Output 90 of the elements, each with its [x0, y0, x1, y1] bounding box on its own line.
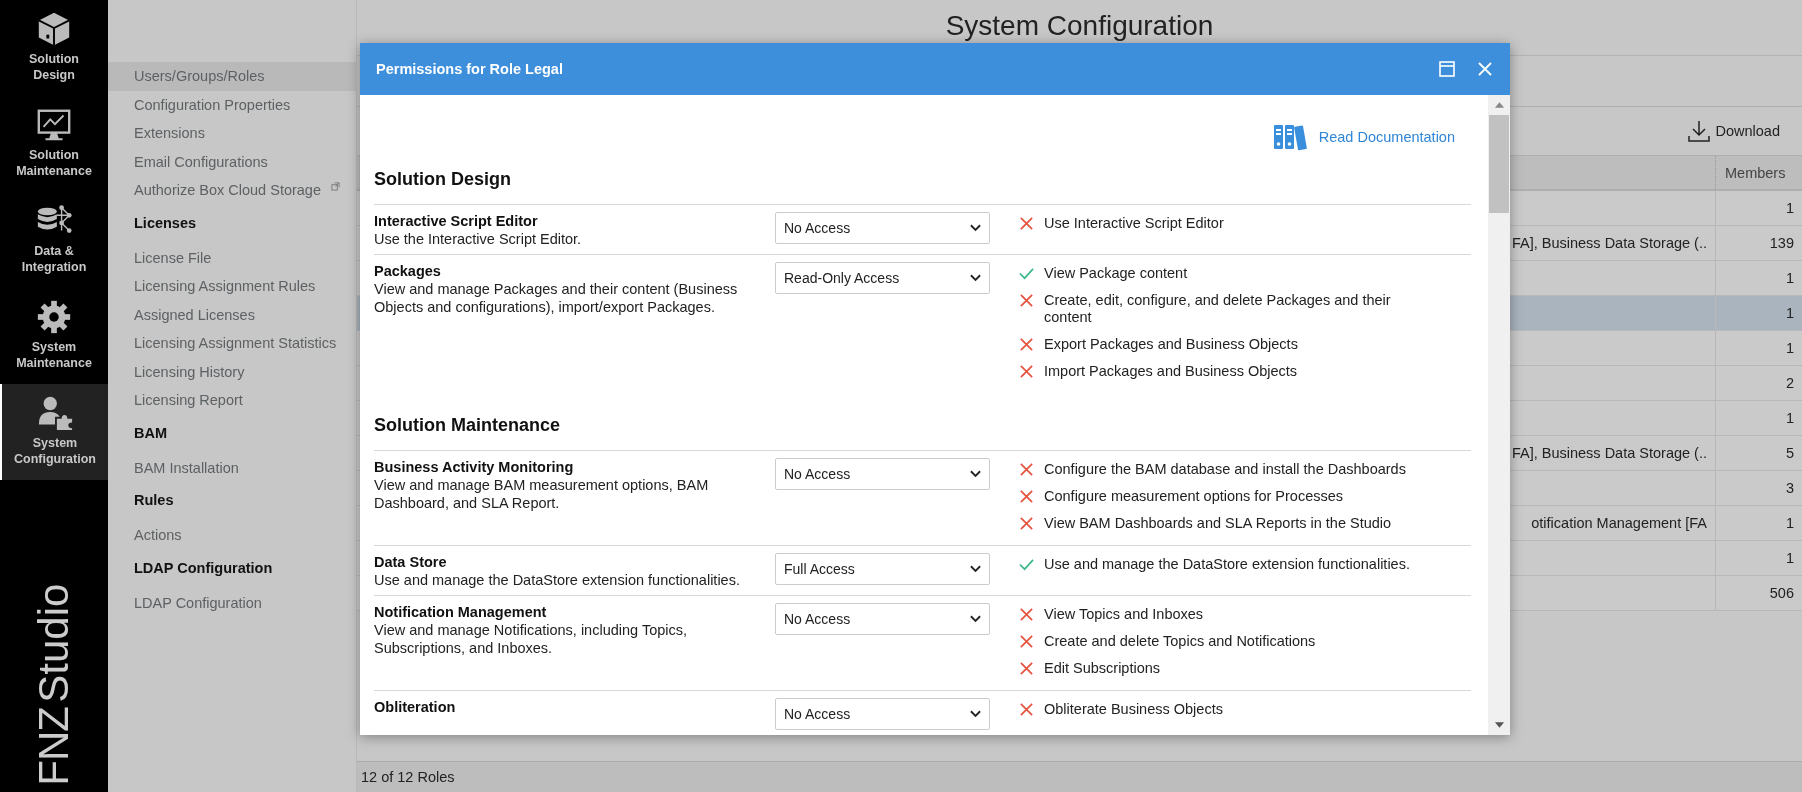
access-dropdown[interactable]: No Access	[775, 212, 990, 244]
scrollbar-thumb[interactable]	[1489, 115, 1509, 213]
chevron-down-icon	[970, 710, 981, 718]
permission-right: Use and manage the DataStore extension functionalities.	[1044, 556, 1410, 573]
permission-description: View and manage Notifications, including Topics, Subscriptions, and Inboxes.	[374, 621, 688, 657]
scroll-down-icon[interactable]	[1493, 721, 1505, 729]
nav-item[interactable]: Assigned Licenses	[108, 300, 356, 329]
nav-item[interactable]: BAM Installation	[108, 453, 356, 482]
table-cell: 139	[1715, 226, 1802, 260]
permission-right: View BAM Dashboards and SLA Reports in the Studio	[1044, 515, 1392, 532]
table-cell: 1	[1715, 296, 1802, 330]
sidebar-item[interactable]: System Configuration	[0, 384, 108, 480]
table-cell: 1	[1715, 191, 1802, 225]
scroll-up-icon[interactable]	[1493, 101, 1505, 109]
download-icon	[1687, 120, 1710, 142]
permission-description: Use and manage the DataStore extension functionalities.	[374, 571, 741, 589]
nav-item[interactable]: Licensing Assignment Statistics	[108, 329, 356, 358]
chevron-down-icon	[970, 615, 981, 623]
table-cell: 2	[1715, 366, 1802, 400]
row-count: 12 of 12 Roles	[361, 769, 455, 785]
permission-right: Create and delete Topics and Notifications	[1044, 633, 1316, 650]
permission-right: Use Interactive Script Editor	[1044, 215, 1224, 232]
nav-item[interactable]: Users/Groups/Roles	[108, 62, 356, 91]
nav-heading: LDAP Configuration	[133, 558, 274, 578]
nav-item[interactable]: Licensing History	[108, 357, 356, 386]
permission-right: View Topics and Inboxes	[1044, 606, 1204, 623]
chevron-down-icon	[970, 565, 981, 573]
table-cell: 3	[1715, 471, 1802, 505]
permission-right: Export Packages and Business Objects	[1044, 336, 1298, 353]
table-cell: 5	[1715, 436, 1802, 470]
download-button[interactable]: Download	[1681, 119, 1786, 143]
permission-name: Business Activity Monitoring	[374, 458, 575, 476]
permission-name: Interactive Script Editor	[374, 212, 539, 230]
gear-icon	[35, 298, 73, 336]
table-cell: 1	[1715, 541, 1802, 575]
chevron-down-icon	[970, 274, 981, 282]
table-cell: 1	[1715, 261, 1802, 295]
access-dropdown[interactable]: No Access	[775, 698, 990, 730]
permission-right: Import Packages and Business Objects	[1044, 363, 1298, 380]
nav-item[interactable]: License File	[108, 243, 356, 272]
access-dropdown[interactable]: Full Access	[775, 553, 990, 585]
nav-heading: Licenses	[133, 213, 198, 233]
section-heading: Solution Maintenance	[374, 415, 561, 436]
permission-right: Configure measurement options for Processes	[1044, 488, 1343, 505]
user-puzzle-icon	[36, 394, 74, 432]
access-dropdown[interactable]: No Access	[775, 458, 990, 490]
permission-name: Obliteration	[374, 698, 457, 716]
nav-item[interactable]: Configuration Properties	[108, 90, 356, 119]
permission-description: View and manage Packages and their content (Business Objects and configurations), import/export Packages.	[374, 280, 739, 316]
table-cell: 1	[1715, 331, 1802, 365]
access-dropdown[interactable]: No Access	[775, 603, 990, 635]
table-cell: FA], Business Data Storage (..	[1511, 445, 1707, 461]
permission-description: View and manage BAM measurement options, BAM Dashboard, and SLA Report.	[374, 476, 710, 512]
nav-heading: Rules	[133, 491, 175, 510]
nav-item[interactable]: Extensions	[108, 119, 356, 148]
binders-icon	[1272, 123, 1309, 151]
nav-heading: BAM	[133, 423, 169, 443]
permission-name: Data Store	[374, 553, 448, 571]
read-documentation-link[interactable]: Read Documentation	[1272, 121, 1455, 153]
maximize-icon[interactable]	[1438, 60, 1456, 78]
permission-right: Obliterate Business Objects	[1044, 701, 1223, 718]
dialog-title: Permissions for Role Legal	[376, 61, 563, 77]
permission-right: Create, edit, configure, and delete Packages and their content	[1044, 292, 1392, 326]
table-cell: 1	[1715, 506, 1802, 540]
column-header[interactable]: Members	[1715, 156, 1802, 189]
nav-item[interactable]: Authorize Box Cloud Storage	[108, 176, 356, 205]
nav-item[interactable]: Email Configurations	[108, 147, 356, 176]
table-cell: otification Management [FA	[1531, 515, 1707, 531]
scrollbar[interactable]	[1488, 95, 1510, 735]
permission-name: Packages	[374, 262, 442, 280]
nav-item[interactable]: LDAP Configuration	[108, 588, 356, 617]
nav-item[interactable]: Licensing Report	[108, 386, 356, 415]
chevron-down-icon	[970, 470, 981, 478]
permission-right: Configure the BAM database and install the Dashboards	[1044, 461, 1406, 478]
permission-right: Edit Subscriptions	[1044, 660, 1161, 677]
nav-item[interactable]: Licensing Assignment Rules	[108, 272, 356, 301]
permission-name: Notification Management	[374, 603, 548, 621]
chevron-down-icon	[970, 224, 981, 232]
brand-logo: FNZ	[30, 707, 77, 786]
page-title: System Configuration	[944, 9, 1215, 43]
section-heading: Solution Design	[374, 169, 512, 190]
table-cell: 1	[1715, 401, 1802, 435]
permission-right: View Package content	[1044, 265, 1188, 282]
close-icon[interactable]	[1476, 60, 1494, 78]
table-cell: 506	[1715, 576, 1802, 610]
nav-item[interactable]: Actions	[108, 521, 356, 550]
access-dropdown[interactable]: Read-Only Access	[775, 262, 990, 294]
brand-logo-subtitle: Studio	[30, 584, 77, 704]
permission-description: Use the Interactive Script Editor.	[374, 230, 583, 248]
table-cell: FA], Business Data Storage (..	[1511, 235, 1707, 251]
